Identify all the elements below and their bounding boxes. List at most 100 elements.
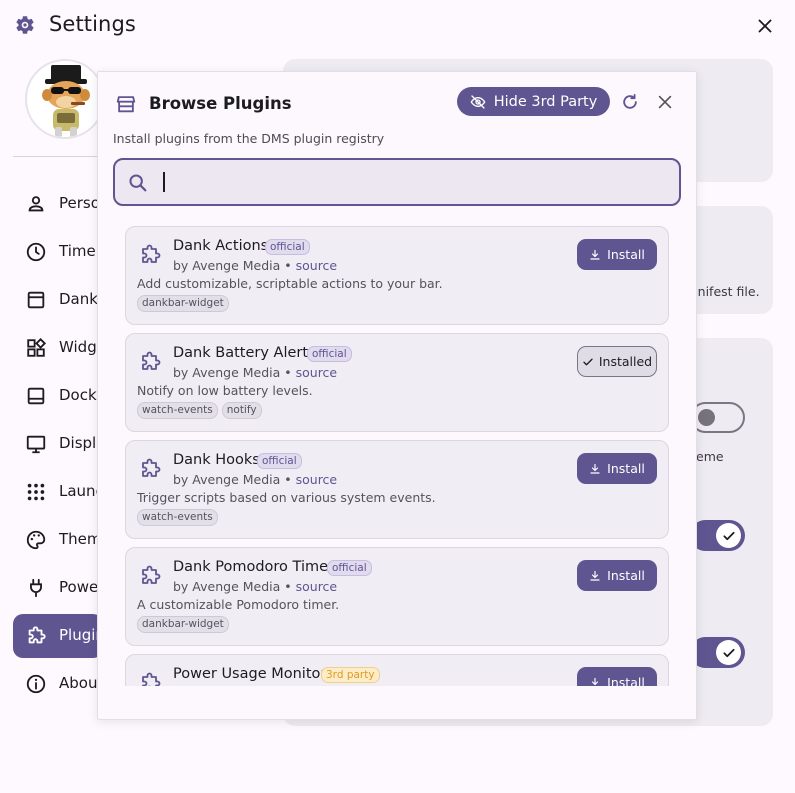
plugin-card: Dank Actions official by Avenge Media • … [125, 226, 669, 325]
toggle-switch-off[interactable] [690, 402, 745, 433]
monitor-icon [26, 435, 46, 454]
avatar[interactable] [25, 59, 105, 139]
separator-dot: • [280, 472, 296, 487]
hide-3rd-party-button[interactable]: Hide 3rd Party [457, 87, 610, 116]
toggle-switch-on[interactable] [690, 520, 745, 551]
settings-title: Settings [49, 12, 136, 36]
person-icon [28, 196, 44, 212]
install-button[interactable]: Install [577, 453, 657, 484]
toggle-switch-on[interactable] [690, 637, 745, 668]
sidebar-item-theme[interactable]: Theme [13, 518, 111, 562]
plugin-tags: dankbar-widget [137, 616, 229, 633]
source-link[interactable]: source [296, 472, 338, 487]
close-icon[interactable] [754, 15, 776, 37]
toggle-knob [698, 409, 715, 426]
puzzle-icon [142, 351, 161, 370]
author-name: by Avenge Media [173, 365, 281, 380]
puzzle-icon [28, 626, 46, 644]
sidebar-item-about[interactable]: About [13, 662, 103, 706]
clock-icon [26, 242, 46, 262]
source-link[interactable]: source [296, 365, 338, 380]
author-name: by Avenge Media [173, 258, 281, 273]
power-plug-icon [30, 578, 42, 598]
source-link[interactable]: source [296, 579, 338, 594]
store-icon [116, 96, 136, 113]
sidebar-item-power[interactable]: Power [13, 566, 104, 610]
plugin-tag: dankbar-widget [137, 616, 229, 633]
official-badge: official [307, 346, 352, 362]
plugin-name: Power Usage Monitor [173, 666, 327, 682]
installed-button-label: Installed [598, 354, 653, 369]
puzzle-icon [142, 672, 161, 686]
plugin-description: Trigger scripts based on various system … [137, 490, 436, 505]
theme-text-fragment: eme [696, 449, 724, 464]
plugin-card: Dank Pomodoro Timer official by Avenge M… [125, 547, 669, 646]
download-icon [590, 463, 600, 474]
separator-dot: • [280, 258, 296, 273]
widgets-icon [27, 337, 47, 357]
sidebar-item-dock[interactable]: Dock [13, 374, 103, 418]
sidebar-item-time[interactable]: Time a [13, 230, 110, 274]
plugin-description: Notify on low battery levels. [137, 383, 313, 398]
plugin-name: Dank Battery Alerts [173, 345, 316, 361]
separator-dot: • [280, 579, 296, 594]
plugin-name: Dank Hooks [173, 452, 260, 468]
manifest-text-fragment: anifest file. [690, 284, 760, 299]
plugin-card: Dank Hooks official by Avenge Media • so… [125, 440, 669, 539]
official-badge: official [257, 453, 302, 469]
install-button[interactable]: Install [577, 560, 657, 591]
toggle-knob [716, 640, 741, 665]
source-link[interactable]: source [296, 258, 338, 273]
eye-off-icon [470, 94, 486, 109]
dialog-subtitle: Install plugins from the DMS plugin regi… [113, 131, 385, 146]
search-input[interactable] [159, 168, 659, 196]
toggle-knob [716, 523, 741, 548]
install-button-label: Install [607, 461, 645, 476]
puzzle-icon [142, 458, 161, 477]
sidebar-item-displays[interactable]: Displa [13, 422, 105, 466]
plugin-list[interactable]: Dank Actions official by Avenge Media • … [125, 226, 671, 686]
browse-plugins-dialog: Browse Plugins Hide 3rd Party Install pl… [97, 71, 697, 720]
dock-icon [27, 387, 45, 405]
official-badge: official [265, 239, 310, 255]
author-name: by Avenge Media [173, 472, 281, 487]
info-icon [26, 674, 46, 694]
sidebar-item-widgets[interactable]: Widge [13, 326, 106, 370]
third-party-badge: 3rd party [321, 667, 380, 683]
sidebar-item-plugins[interactable]: Plugin [13, 614, 105, 658]
sidebar-item-launcher[interactable]: Launc [13, 470, 104, 514]
sidebar-item-personalization[interactable]: Perso [13, 182, 103, 226]
puzzle-icon [142, 565, 161, 584]
close-icon[interactable] [655, 92, 675, 112]
sidebar-divider [13, 156, 103, 157]
panel-icon [27, 291, 45, 309]
monkey-mascot-image [42, 65, 90, 137]
plugin-tag: watch-events [137, 402, 218, 419]
refresh-icon[interactable] [620, 92, 640, 112]
install-button[interactable]: Install [577, 667, 657, 686]
plugin-name: Dank Pomodoro Timer [173, 559, 334, 575]
check-icon [722, 531, 735, 540]
plugin-description: A customizable Pomodoro timer. [137, 597, 340, 612]
plugin-tags: watch-events [137, 509, 218, 526]
separator-dot: • [280, 365, 296, 380]
sidebar-item-label: Perso [59, 194, 100, 212]
install-button[interactable]: Install [577, 239, 657, 270]
plugin-tag: dankbar-widget [137, 295, 229, 312]
sidebar-item-label: Dock [59, 386, 97, 404]
plugin-description: Add customizable, scriptable actions to … [137, 276, 443, 291]
check-icon [583, 358, 593, 365]
download-icon [590, 249, 600, 260]
plugin-card: Dank Battery Alerts official by Avenge M… [125, 333, 669, 432]
install-button-label: Install [607, 568, 645, 583]
puzzle-icon [142, 244, 161, 263]
installed-button[interactable]: Installed [577, 346, 657, 377]
install-button-label: Install [607, 247, 645, 262]
check-icon [722, 648, 735, 657]
download-icon [590, 677, 600, 686]
plugin-tag: watch-events [137, 509, 218, 526]
sidebar-item-dank-bar[interactable]: Dank B [13, 278, 113, 322]
gear-icon [16, 16, 34, 34]
plugin-search-box[interactable] [113, 158, 681, 206]
search-icon [129, 174, 147, 192]
